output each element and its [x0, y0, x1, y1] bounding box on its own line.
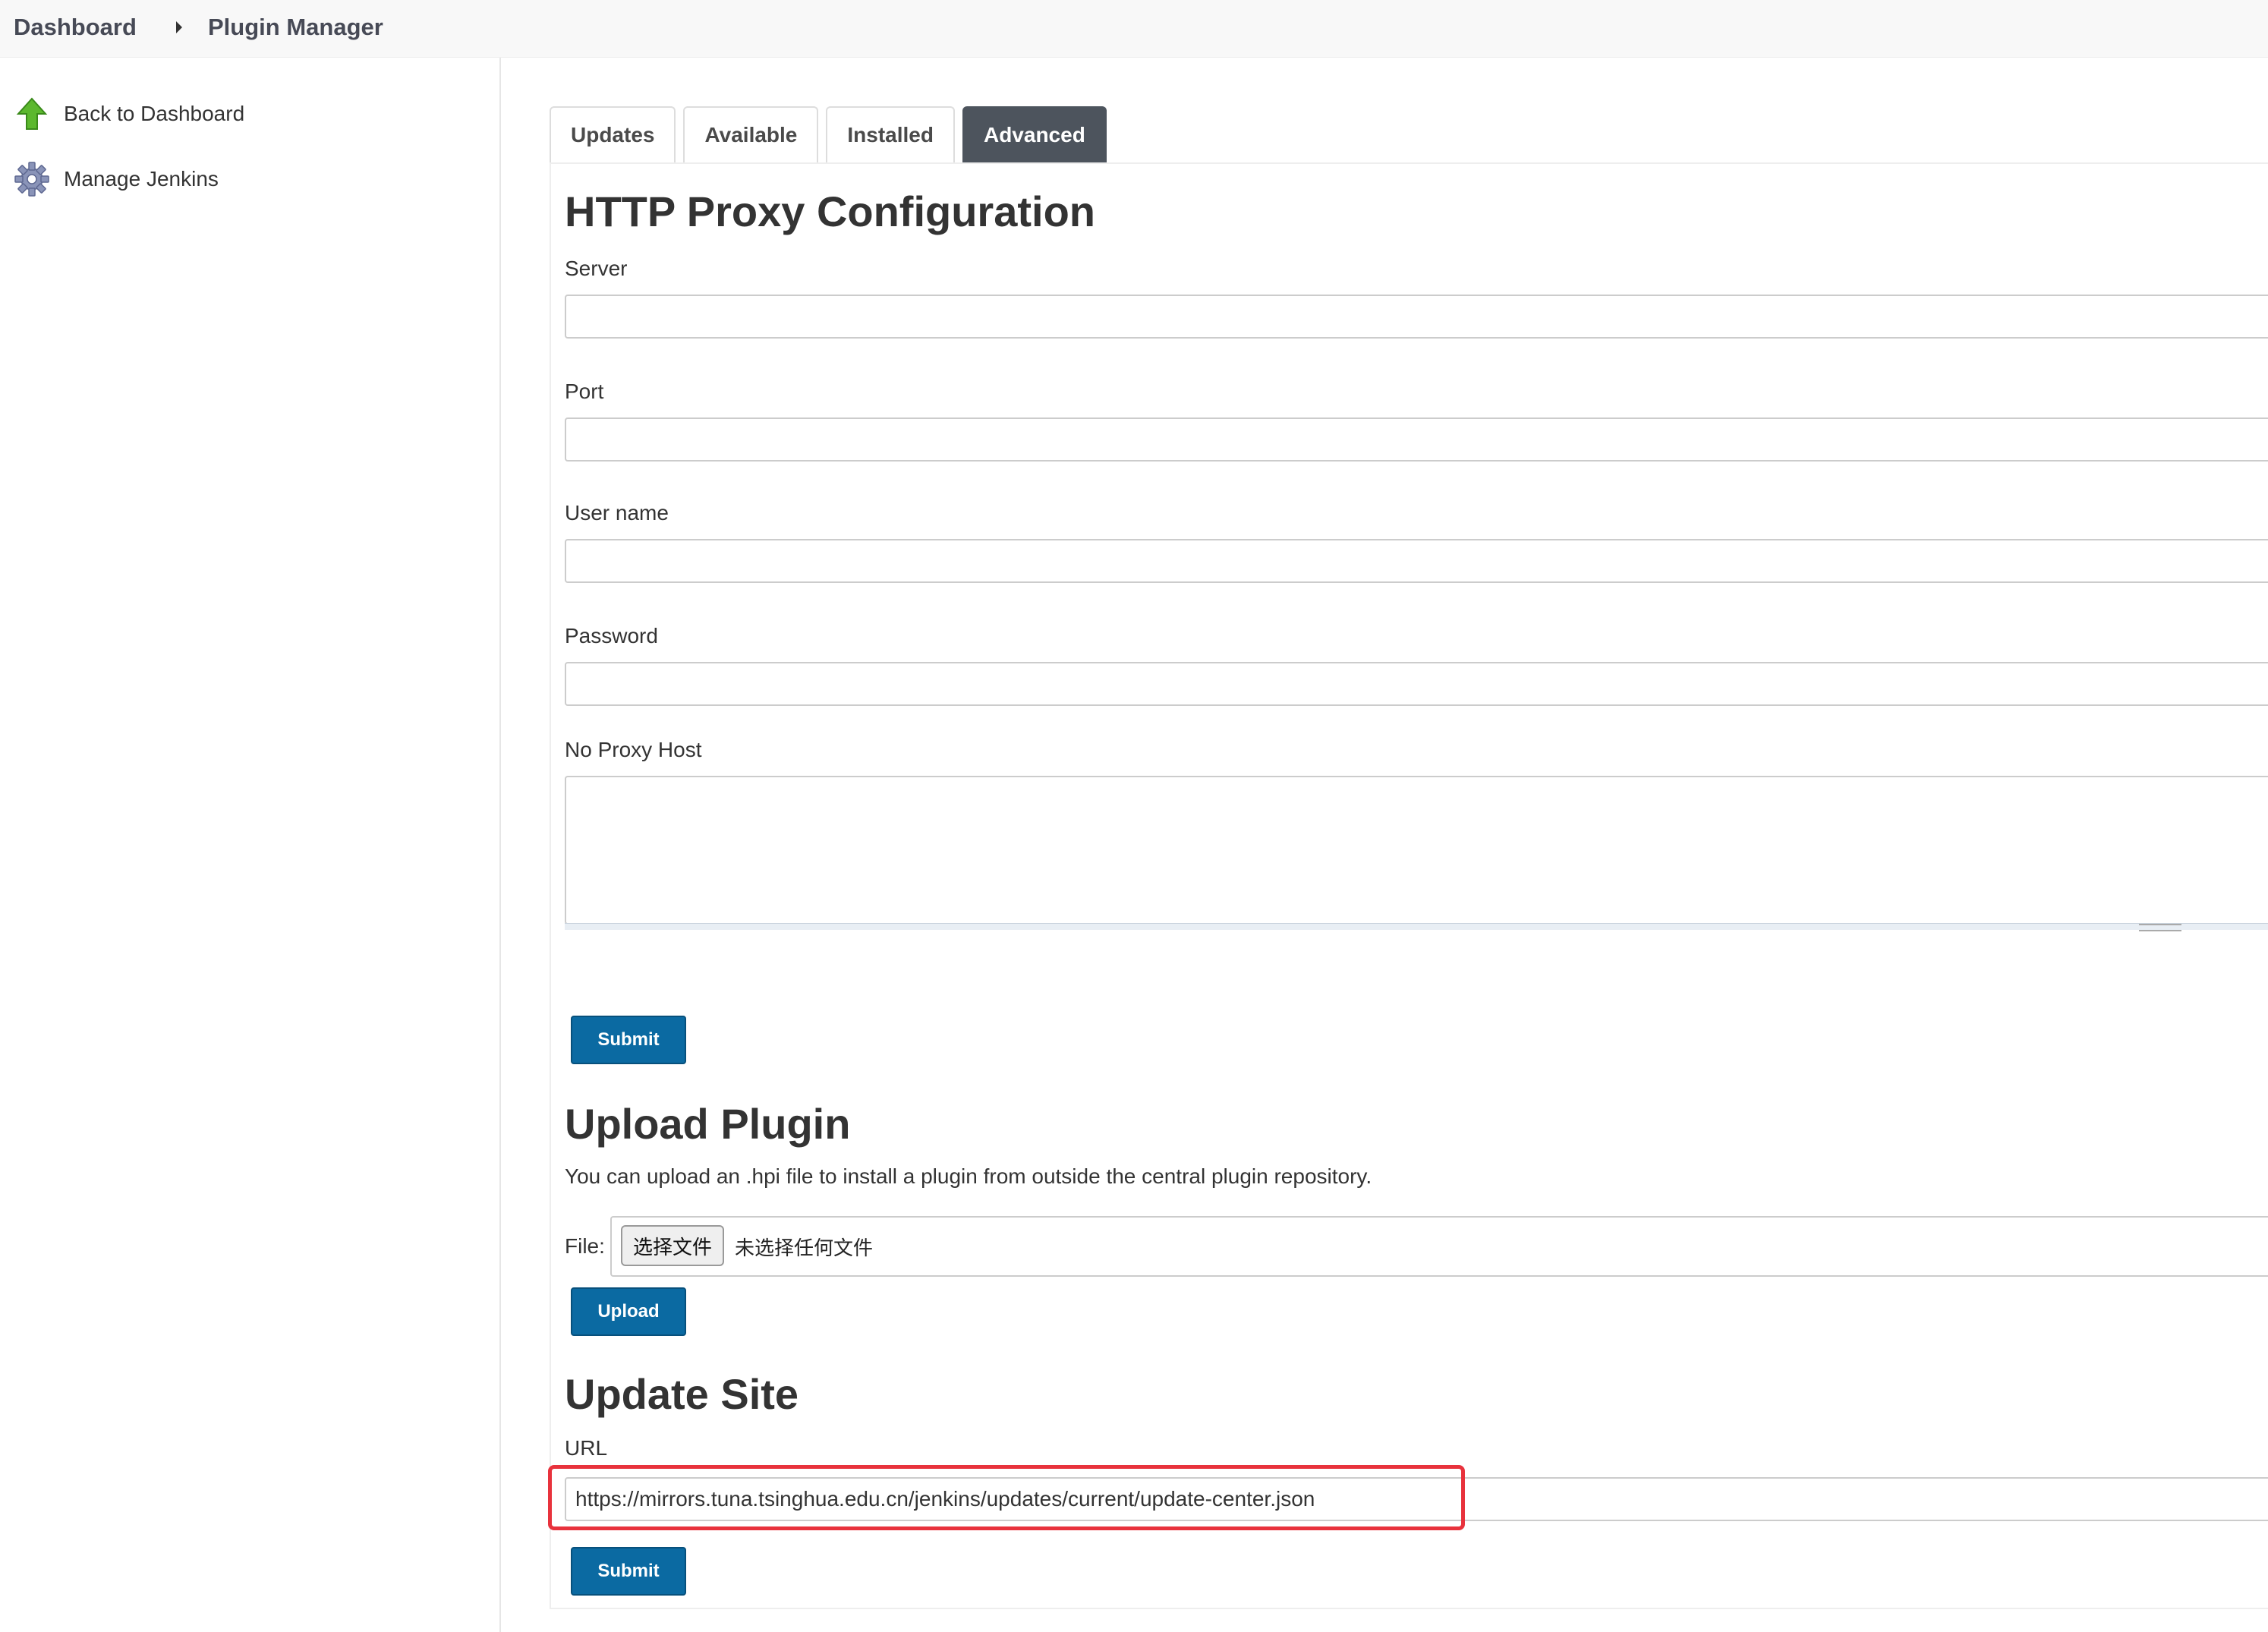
resize-grip-icon[interactable] — [2139, 924, 2181, 931]
password-input[interactable] — [565, 662, 2268, 706]
breadcrumb-dashboard-link[interactable]: Dashboard — [14, 14, 137, 41]
gear-icon — [14, 161, 50, 197]
choose-file-button[interactable]: 选择文件 — [621, 1225, 725, 1266]
upload-description: You can upload an .hpi file to install a… — [565, 1164, 1372, 1188]
proxy-submit-button[interactable]: Submit — [571, 1016, 686, 1064]
username-input[interactable] — [565, 539, 2268, 583]
no-proxy-host-textarea[interactable] — [565, 776, 2268, 925]
update-site-url-input[interactable] — [565, 1477, 2268, 1521]
up-arrow-icon — [14, 96, 50, 132]
port-label: Port — [565, 380, 604, 403]
upload-section-title: Upload Plugin — [565, 1100, 851, 1148]
file-input[interactable]: 选择文件 未选择任何文件 — [610, 1216, 2268, 1277]
url-label: URL — [565, 1436, 608, 1460]
sidebar-item-back-to-dashboard[interactable]: Back to Dashboard — [14, 96, 244, 132]
update-site-submit-button[interactable]: Submit — [571, 1547, 686, 1596]
server-input[interactable] — [565, 295, 2268, 339]
sidebar-item-label: Back to Dashboard — [64, 102, 245, 125]
password-label: Password — [565, 624, 658, 647]
username-label: User name — [565, 501, 669, 525]
proxy-section-title: HTTP Proxy Configuration — [565, 187, 1095, 235]
tab-bar: Updates Available Installed Advanced — [550, 106, 1114, 162]
tab-installed[interactable]: Installed — [826, 106, 955, 162]
server-label: Server — [565, 257, 628, 280]
sidebar-item-manage-jenkins[interactable]: Manage Jenkins — [14, 161, 219, 197]
breadcrumb: Dashboard Plugin Manager — [0, 0, 2268, 58]
side-panel: Back to Dashboard Manage Jenkins — [0, 58, 501, 1632]
no-proxy-host-label: No Proxy Host — [565, 738, 702, 761]
breadcrumb-plugin-manager-link[interactable]: Plugin Manager — [208, 14, 383, 41]
sidebar-item-label: Manage Jenkins — [64, 167, 219, 191]
tab-available[interactable]: Available — [683, 106, 819, 162]
update-site-section-title: Update Site — [565, 1370, 799, 1418]
upload-button[interactable]: Upload — [571, 1287, 686, 1336]
port-input[interactable] — [565, 417, 2268, 462]
file-status-text: 未选择任何文件 — [735, 1237, 874, 1260]
tab-content-advanced: HTTP Proxy Configuration Server Port Use… — [548, 162, 2268, 1609]
file-label: File: — [565, 1234, 605, 1258]
tab-updates[interactable]: Updates — [550, 106, 676, 162]
breadcrumb-chevron-icon[interactable] — [176, 21, 182, 33]
tab-advanced[interactable]: Advanced — [962, 106, 1107, 162]
textarea-resize-bar[interactable] — [565, 923, 2268, 931]
